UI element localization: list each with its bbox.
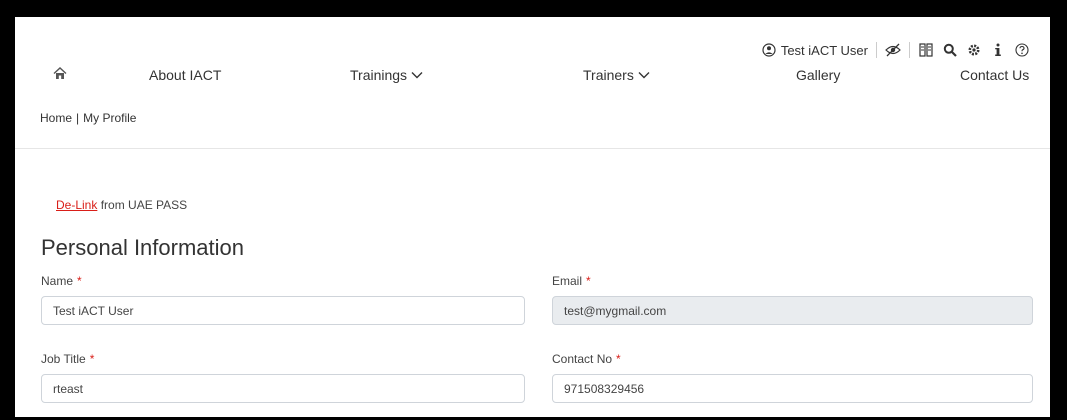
- nav-trainers-label: Trainers: [583, 67, 634, 83]
- separator: [909, 42, 910, 58]
- contact-no-field[interactable]: 971508329456: [552, 374, 1033, 403]
- delink-line: De-Link from UAE PASS: [56, 198, 187, 212]
- header-divider: [15, 148, 1050, 149]
- contact-no-label-text: Contact No: [552, 352, 613, 366]
- email-label-text: Email: [552, 274, 583, 288]
- help-circle-icon[interactable]: [1014, 42, 1030, 58]
- name-field[interactable]: Test iACT User: [41, 296, 525, 325]
- email-field-value: test@mygmail.com: [564, 303, 667, 318]
- job-title-label-text: Job Title: [41, 352, 86, 366]
- user-name: Test iACT User: [780, 42, 868, 58]
- delink-link[interactable]: De-Link: [56, 198, 97, 212]
- user-menu[interactable]: Test iACT User: [761, 42, 868, 58]
- required-mark: *: [616, 352, 621, 366]
- email-label: Email *: [552, 274, 591, 288]
- user-circle-icon: [761, 42, 777, 58]
- email-field[interactable]: test@mygmail.com: [552, 296, 1033, 325]
- required-mark: *: [89, 352, 95, 366]
- nav-home[interactable]: [53, 67, 67, 80]
- nav-about[interactable]: About IACT: [149, 67, 221, 83]
- nav-gallery[interactable]: Gallery: [796, 67, 840, 83]
- breadcrumb-current: My Profile: [83, 111, 137, 125]
- search-icon[interactable]: [942, 42, 958, 58]
- nav-trainings[interactable]: Trainings: [350, 67, 423, 83]
- gear-icon[interactable]: [966, 42, 982, 58]
- chevron-down-icon: [638, 71, 650, 79]
- main-nav: About IACT Trainings Trainers Gallery Co…: [15, 67, 1050, 91]
- breadcrumb-home[interactable]: Home: [40, 111, 72, 125]
- nav-trainings-label: Trainings: [350, 67, 408, 83]
- separator: [876, 42, 877, 58]
- job-title-label: Job Title *: [41, 352, 94, 366]
- eye-slash-icon[interactable]: [885, 42, 901, 58]
- page-title: Personal Information: [41, 235, 244, 260]
- name-field-value: Test iACT User: [53, 303, 134, 318]
- breadcrumb: Home | My Profile: [40, 111, 136, 125]
- breadcrumb-separator: |: [76, 111, 80, 125]
- chevron-down-icon: [411, 71, 423, 79]
- contact-no-label: Contact No *: [552, 352, 621, 366]
- name-label-text: Name: [41, 274, 74, 288]
- home-icon: [53, 67, 67, 80]
- nav-trainers[interactable]: Trainers: [583, 67, 650, 83]
- info-icon[interactable]: [990, 42, 1006, 58]
- required-mark: *: [586, 274, 591, 288]
- sign-language-icon[interactable]: [918, 42, 934, 58]
- job-title-field-value: rteast: [53, 381, 84, 396]
- job-title-field[interactable]: rteast: [41, 374, 525, 403]
- delink-text: from UAE PASS: [100, 198, 188, 212]
- nav-contact[interactable]: Contact Us: [960, 67, 1029, 83]
- contact-no-field-value: 971508329456: [564, 381, 645, 396]
- required-mark: *: [77, 274, 82, 288]
- name-label: Name *: [41, 274, 82, 288]
- page-frame: Test iACT User About IACT Trainings Trai…: [15, 17, 1050, 417]
- utility-bar: Test iACT User: [15, 17, 1050, 62]
